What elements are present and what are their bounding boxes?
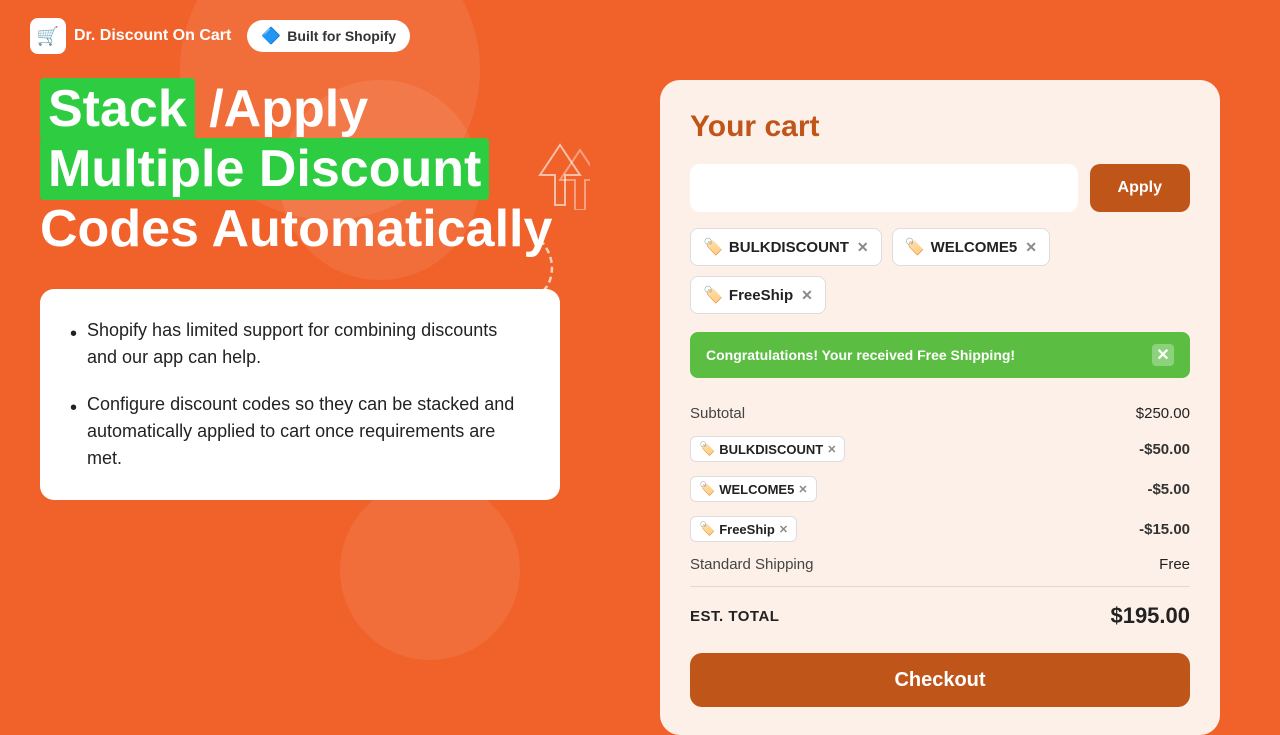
cart-title: Your cart xyxy=(690,110,1190,144)
bullet-text-1: Shopify has limited support for combinin… xyxy=(87,317,530,371)
discount-close-bulk[interactable]: ✕ xyxy=(827,443,836,456)
headline-stack: Stack xyxy=(40,78,195,140)
headline-line2: Multiple Discount xyxy=(40,140,580,200)
tag-close-2[interactable]: ✕ xyxy=(1025,239,1037,256)
discount-close-freeship[interactable]: ✕ xyxy=(779,523,788,536)
tag-label-1: BULKDISCOUNT xyxy=(729,239,849,256)
cart-panel: Your cart Apply 🏷️ BULKDISCOUNT ✕ 🏷️ WEL… xyxy=(660,80,1220,735)
shipping-value: Free xyxy=(1159,556,1190,573)
tag-icon-3: 🏷️ xyxy=(703,285,723,305)
total-label: EST. TOTAL xyxy=(690,608,779,625)
coupon-tags-row: 🏷️ BULKDISCOUNT ✕ 🏷️ WELCOME5 ✕ 🏷️ FreeS… xyxy=(690,228,1190,314)
discount-icon-freeship: 🏷️ xyxy=(699,521,715,537)
checkout-button[interactable]: Checkout xyxy=(690,653,1190,707)
coupon-tag-freeship: 🏷️ FreeShip ✕ xyxy=(690,276,826,314)
discount-tag-bulk: 🏷️ BULKDISCOUNT ✕ xyxy=(690,436,845,462)
coupon-tag-bulkdiscount: 🏷️ BULKDISCOUNT ✕ xyxy=(690,228,882,266)
bullet-box: • Shopify has limited support for combin… xyxy=(40,289,560,500)
discount-value-welcome: -$5.00 xyxy=(1147,481,1190,498)
cart-row-welcome5: 🏷️ WELCOME5 ✕ -$5.00 xyxy=(690,469,1190,509)
coupon-input[interactable] xyxy=(690,164,1078,212)
subtotal-value: $250.00 xyxy=(1136,405,1190,422)
shopify-badge: 🔷 Built for Shopify xyxy=(247,20,410,52)
discount-label-bulk: BULKDISCOUNT xyxy=(719,442,823,457)
divider xyxy=(690,586,1190,587)
shopify-badge-icon: 🔷 xyxy=(261,26,281,46)
bullet-dot-2: • xyxy=(70,393,77,423)
logo-text: Dr. Discount On Cart xyxy=(74,27,231,45)
shipping-label: Standard Shipping xyxy=(690,556,813,573)
headline-slash-apply: /Apply xyxy=(209,80,368,138)
success-close-button[interactable]: ✕ xyxy=(1152,344,1174,366)
bg-decoration-3 xyxy=(340,480,520,660)
bullet-item-1: • Shopify has limited support for combin… xyxy=(70,317,530,371)
headline: Stack /Apply Multiple Discount Codes Aut… xyxy=(40,80,580,259)
bullet-item-2: • Configure discount codes so they can b… xyxy=(70,391,530,472)
cart-row-shipping: Standard Shipping Free xyxy=(690,549,1190,580)
discount-label-welcome: WELCOME5 xyxy=(719,482,794,497)
discount-tag-welcome: 🏷️ WELCOME5 ✕ xyxy=(690,476,817,502)
total-row: EST. TOTAL $195.00 xyxy=(690,593,1190,639)
shopify-badge-text: Built for Shopify xyxy=(287,28,396,44)
subtotal-label: Subtotal xyxy=(690,405,745,422)
bullet-text-2: Configure discount codes so they can be … xyxy=(87,391,530,472)
logo-container: 🛒 Dr. Discount On Cart xyxy=(30,18,231,54)
success-message: Congratulations! Your received Free Ship… xyxy=(706,347,1015,363)
header: 🛒 Dr. Discount On Cart 🔷 Built for Shopi… xyxy=(30,18,410,54)
discount-value-bulk: -$50.00 xyxy=(1139,441,1190,458)
tag-icon-2: 🏷️ xyxy=(905,237,925,257)
discount-label-freeship: FreeShip xyxy=(719,522,775,537)
coupon-tag-welcome5: 🏷️ WELCOME5 ✕ xyxy=(892,228,1050,266)
discount-close-welcome[interactable]: ✕ xyxy=(798,483,807,496)
discount-icon-welcome: 🏷️ xyxy=(699,481,715,497)
total-value: $195.00 xyxy=(1110,603,1190,629)
logo-icon: 🛒 xyxy=(30,18,66,54)
headline-line3: Codes Automatically xyxy=(40,200,580,260)
coupon-row: Apply xyxy=(690,164,1190,212)
discount-icon-bulk: 🏷️ xyxy=(699,441,715,457)
tag-label-3: FreeShip xyxy=(729,287,793,304)
tag-close-1[interactable]: ✕ xyxy=(857,239,869,256)
discount-tag-freeship: 🏷️ FreeShip ✕ xyxy=(690,516,797,542)
cart-row-subtotal: Subtotal $250.00 xyxy=(690,398,1190,429)
discount-value-freeship: -$15.00 xyxy=(1139,521,1190,538)
cart-row-bulkdiscount: 🏷️ BULKDISCOUNT ✕ -$50.00 xyxy=(690,429,1190,469)
headline-multiple: Multiple Discount xyxy=(40,138,489,200)
left-content: Stack /Apply Multiple Discount Codes Aut… xyxy=(40,80,580,500)
tag-label-2: WELCOME5 xyxy=(931,239,1018,256)
cart-row-freeship: 🏷️ FreeShip ✕ -$15.00 xyxy=(690,509,1190,549)
bullet-dot-1: • xyxy=(70,319,77,349)
tag-close-3[interactable]: ✕ xyxy=(801,287,813,304)
apply-button[interactable]: Apply xyxy=(1090,164,1190,212)
tag-icon-1: 🏷️ xyxy=(703,237,723,257)
success-banner: Congratulations! Your received Free Ship… xyxy=(690,332,1190,378)
headline-line1: Stack /Apply xyxy=(40,80,580,140)
